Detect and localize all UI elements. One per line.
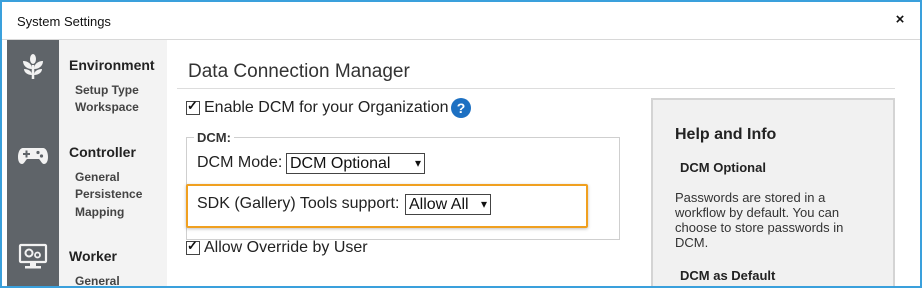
icon-sidebar xyxy=(7,40,59,286)
gamepad-icon[interactable] xyxy=(17,140,49,168)
help-section-title: DCM as Default xyxy=(680,268,776,283)
dcm-mode-value: DCM Optional xyxy=(290,155,391,172)
main-content: Data Connection Manager ✓ Enable DCM for… xyxy=(167,40,920,286)
nav-item-workspace[interactable]: Workspace xyxy=(75,100,139,114)
title-bar: System Settings × xyxy=(2,2,920,40)
plant-icon[interactable] xyxy=(17,53,49,81)
help-panel: Help and Info DCM Optional Passwords are… xyxy=(651,98,895,286)
title-divider xyxy=(177,88,895,89)
nav-heading-environment[interactable]: Environment xyxy=(69,57,155,73)
enable-dcm-checkbox[interactable]: ✓ xyxy=(186,99,200,115)
enable-dcm-label[interactable]: Enable DCM for your Organization xyxy=(204,99,449,117)
help-title: Help and Info xyxy=(675,126,777,143)
page-title: Data Connection Manager xyxy=(188,61,410,82)
allow-override-label[interactable]: Allow Override by User xyxy=(204,239,368,257)
help-section-text: Passwords are stored in a workflow by de… xyxy=(675,190,844,250)
window-title: System Settings xyxy=(17,14,111,29)
sdk-support-value: Allow All xyxy=(409,196,469,213)
nav-heading-worker[interactable]: Worker xyxy=(69,248,117,264)
settings-window: System Settings × Environment Setup Type… xyxy=(0,0,922,288)
dcm-mode-select[interactable]: DCM Optional ▾ xyxy=(286,153,425,174)
monitor-gears-icon[interactable] xyxy=(17,242,49,270)
nav-item-persistence[interactable]: Persistence xyxy=(75,187,142,201)
close-button[interactable]: × xyxy=(892,12,908,28)
help-icon[interactable]: ? xyxy=(451,98,471,118)
allow-override-checkbox[interactable]: ✓ xyxy=(186,239,200,255)
nav-item-worker-general[interactable]: General xyxy=(75,274,120,286)
nav-heading-controller[interactable]: Controller xyxy=(69,144,136,160)
help-section-title: DCM Optional xyxy=(680,160,766,175)
dcm-mode-label: DCM Mode: xyxy=(197,154,283,171)
nav-item-setup-type[interactable]: Setup Type xyxy=(75,83,139,97)
sdk-support-label: SDK (Gallery) Tools support: xyxy=(197,195,400,212)
nav-item-general[interactable]: General xyxy=(75,170,120,184)
chevron-down-icon: ▾ xyxy=(414,156,421,170)
sdk-support-select[interactable]: Allow All ▾ xyxy=(405,194,491,215)
chevron-down-icon: ▾ xyxy=(480,197,487,211)
dcm-group-legend: DCM: xyxy=(194,130,234,145)
nav-item-mapping[interactable]: Mapping xyxy=(75,205,124,219)
settings-nav: Environment Setup Type Workspace Control… xyxy=(59,40,167,286)
